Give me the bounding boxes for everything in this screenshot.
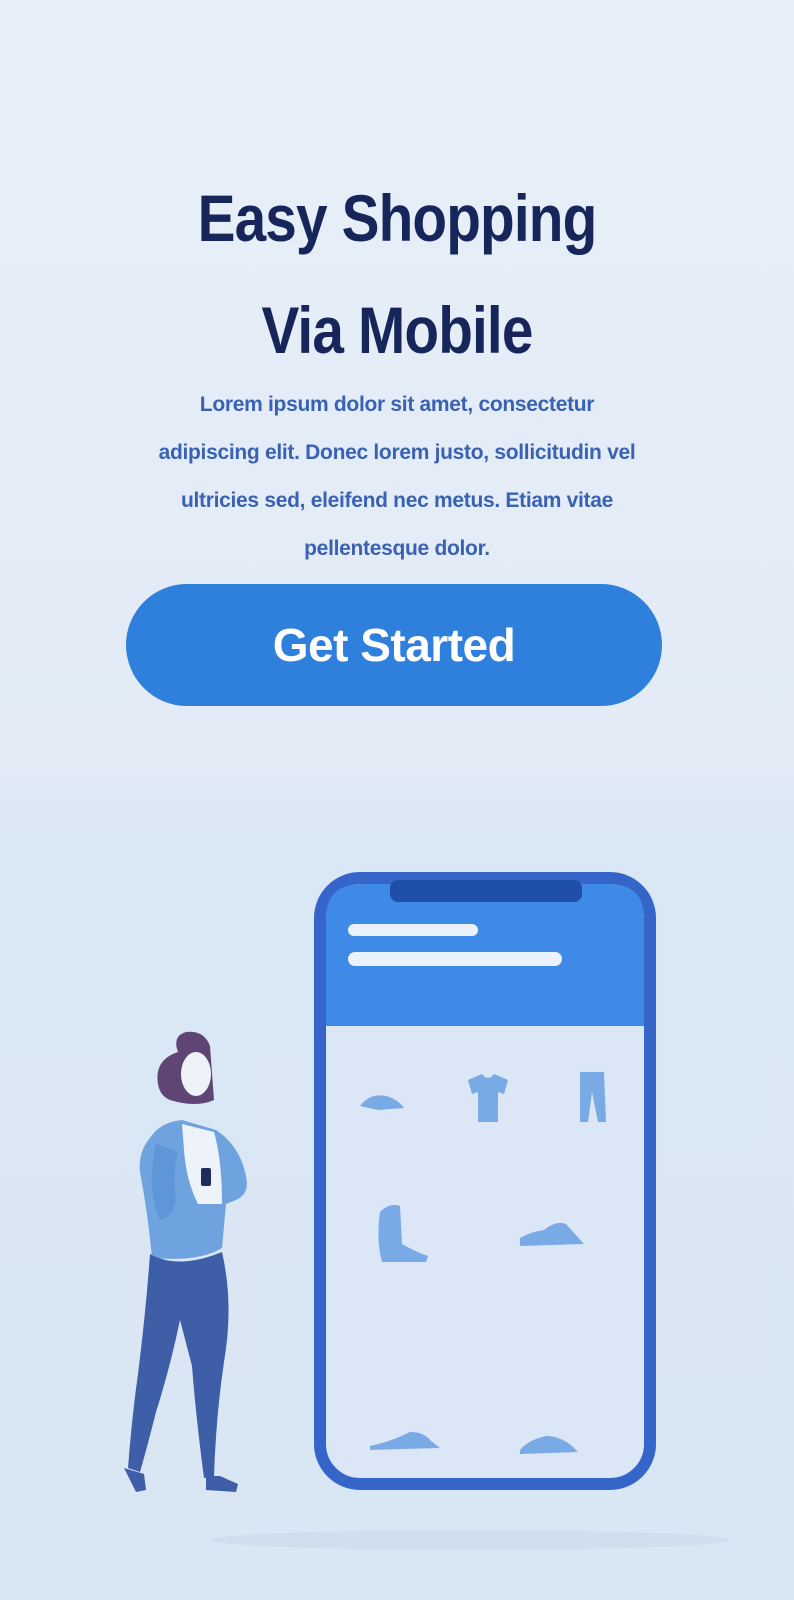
phone-mockup bbox=[314, 872, 656, 1490]
title-line-1: Easy Shopping bbox=[197, 181, 598, 256]
phone-header-line bbox=[348, 924, 478, 936]
title-line-2: Via Mobile bbox=[261, 293, 533, 368]
handheld-phone bbox=[201, 1168, 211, 1186]
shopping-illustration bbox=[124, 872, 730, 1550]
woman-figure bbox=[124, 1031, 247, 1492]
page-title: Easy Shopping Via Mobile bbox=[56, 162, 739, 386]
phone-search-bar bbox=[348, 952, 562, 966]
onboarding-screen: Easy Shopping Via Mobile Lorem ipsum dol… bbox=[0, 0, 794, 1600]
get-started-button[interactable]: Get Started bbox=[126, 584, 662, 706]
phone-notch bbox=[390, 880, 582, 902]
description-text: Lorem ipsum dolor sit amet, consectetur … bbox=[158, 393, 636, 560]
